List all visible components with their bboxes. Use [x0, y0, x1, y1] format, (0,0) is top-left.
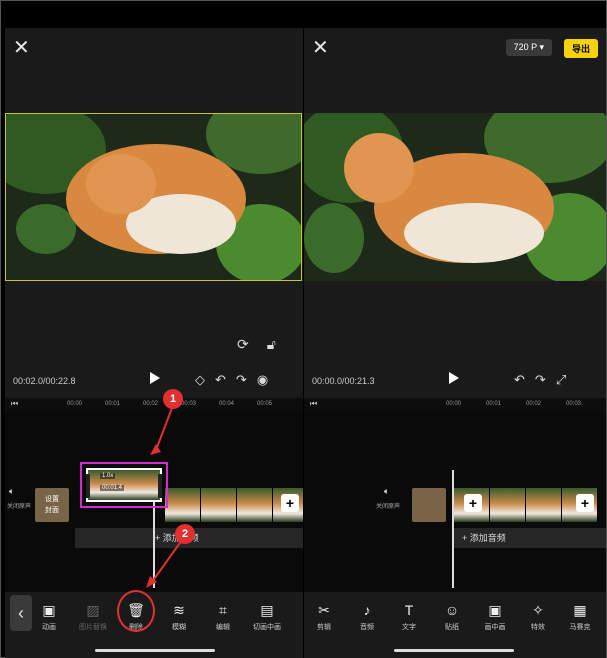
annotation-highlight-ring	[117, 590, 155, 632]
annotation-step-1: 1	[163, 389, 183, 409]
annotation-arrows	[146, 407, 183, 588]
annotation-step-2: 2	[175, 524, 195, 544]
